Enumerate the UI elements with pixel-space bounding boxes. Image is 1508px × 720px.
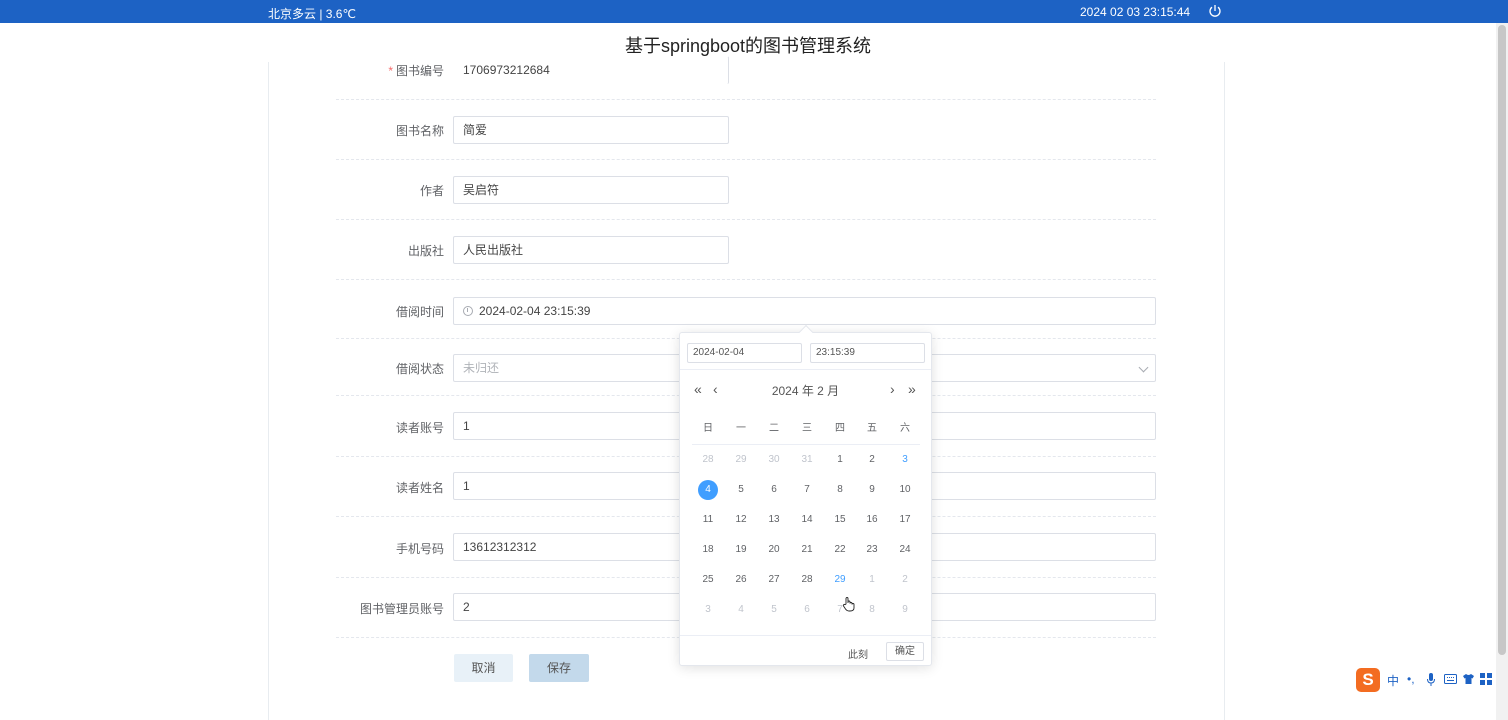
calendar-day[interactable]: 6 [762,480,786,500]
skin-icon[interactable] [1462,673,1475,685]
hand-cursor-icon [842,597,855,612]
calendar-day[interactable]: 27 [762,570,786,590]
weekday-label: 日 [703,423,713,434]
next-month-button[interactable]: › [890,381,895,397]
ime-mode[interactable]: 中 [1387,672,1399,689]
calendar-day[interactable]: 28 [696,450,720,470]
admin-account-label: 图书管理员账号 [359,602,444,616]
scrollbar[interactable] [1496,23,1508,720]
weekday-divider [692,444,920,445]
author-label: 作者 [419,184,444,198]
next-year-button[interactable]: » [908,381,916,397]
reader-name-label: 读者姓名 [395,481,444,495]
calendar-day[interactable]: 16 [860,510,884,530]
calendar-day[interactable]: 29 [729,450,753,470]
calendar-day[interactable]: 3 [893,450,917,470]
picker-divider [680,369,931,370]
weekday-label: 五 [867,423,877,434]
form-row-author: 作者 吴启符 [336,160,1156,220]
weekday-label: 三 [802,423,812,434]
calendar-day[interactable]: 15 [828,510,852,530]
phone-label: 手机号码 [395,542,444,556]
calendar-day[interactable]: 30 [762,450,786,470]
calendar-day[interactable]: 2 [893,570,917,590]
calendar-day[interactable]: 8 [860,600,884,620]
calendar-day[interactable]: 31 [795,450,819,470]
calendar-day[interactable]: 9 [860,480,884,500]
calendar-day[interactable]: 11 [696,510,720,530]
picker-footer-divider [680,635,931,636]
publisher-input[interactable]: 人民出版社 [453,236,729,264]
form-row-publisher: 出版社 人民出版社 [336,220,1156,280]
calendar-day[interactable]: 24 [893,540,917,560]
calendar-day[interactable]: 21 [795,540,819,560]
weekday-label: 六 [900,423,910,434]
publisher-label: 出版社 [407,244,444,258]
book-name-input[interactable]: 简爱 [453,116,729,144]
form-row-borrow-time: 借阅时间 2024-02-04 23:15:39 [336,280,1156,339]
weekday-label: 四 [835,423,845,434]
calendar-day[interactable]: 7 [795,480,819,500]
calendar-day[interactable]: 25 [696,570,720,590]
mic-icon[interactable] [1426,672,1436,687]
calendar-day[interactable]: 4 [729,600,753,620]
book-no-label: * 图书编号 [388,64,444,78]
save-button[interactable]: 保存 [529,654,589,682]
calendar-day[interactable]: 13 [762,510,786,530]
grid-icon[interactable] [1480,673,1492,685]
calendar-day[interactable]: 1 [828,450,852,470]
form-row-book-name: 图书名称 简爱 [336,100,1156,160]
borrow-time-label: 借阅时间 [395,305,444,319]
calendar-day[interactable]: 17 [893,510,917,530]
calendar-day[interactable]: 6 [795,600,819,620]
calendar-day[interactable]: 20 [762,540,786,560]
scrollbar-thumb[interactable] [1498,25,1506,655]
picker-date-input[interactable]: 2024-02-04 [687,343,802,363]
form-row-book-no: * 图书编号 1706973212684 [336,56,1156,100]
calendar-day[interactable]: 19 [729,540,753,560]
page-title: 基于springboot的图书管理系统 [624,36,872,56]
weather-text: 北京多云 | 3.6℃ [268,7,356,21]
calendar-day[interactable]: 2 [860,450,884,470]
power-icon[interactable] [1207,3,1223,19]
author-input[interactable]: 吴启符 [453,176,729,204]
top-bar: 北京多云 | 3.6℃ 2024 02 03 23:15:44 [0,0,1508,23]
calendar-day[interactable]: 10 [893,480,917,500]
ime-toolbar: S 中 •, [1356,668,1496,692]
calendar-day[interactable]: 5 [762,600,786,620]
reader-account-label: 读者账号 [395,421,444,435]
chevron-down-icon [1138,362,1149,373]
calendar-day[interactable]: 3 [696,600,720,620]
calendar-day[interactable]: 14 [795,510,819,530]
weekday-label: 一 [736,423,746,434]
calendar-day[interactable]: 26 [729,570,753,590]
borrow-status-label: 借阅状态 [395,362,444,376]
keyboard-icon[interactable] [1444,673,1457,685]
calendar-day[interactable]: 23 [860,540,884,560]
clock-text: 2024 02 03 23:15:44 [1080,5,1191,19]
ime-punct[interactable]: •, [1407,672,1415,686]
sogou-logo-icon[interactable]: S [1356,668,1380,692]
borrow-time-input[interactable]: 2024-02-04 23:15:39 [453,297,1156,325]
calendar-day[interactable]: 4 [696,480,720,500]
calendar-day[interactable]: 12 [729,510,753,530]
calendar-day[interactable]: 28 [795,570,819,590]
book-no-field[interactable]: 1706973212684 [453,56,729,84]
cancel-button[interactable]: 取消 [454,654,513,682]
clock-icon [463,306,473,316]
calendar-day[interactable]: 22 [828,540,852,560]
picker-time-input[interactable]: 23:15:39 [810,343,925,363]
calendar-day[interactable]: 9 [893,600,917,620]
calendar-day[interactable]: 18 [696,540,720,560]
calendar-day[interactable]: 8 [828,480,852,500]
weekday-label: 二 [769,423,779,434]
book-name-label: 图书名称 [395,124,444,138]
now-button[interactable]: 此刻 [848,646,868,661]
datetime-picker: 2024-02-04 23:15:39 « ‹ 2024 年 2 月 › » 日… [679,324,932,666]
calendar-day[interactable]: 29 [828,570,852,590]
calendar-day[interactable]: 1 [860,570,884,590]
calendar-day[interactable]: 5 [729,480,753,500]
confirm-button[interactable]: 确定 [886,642,924,661]
